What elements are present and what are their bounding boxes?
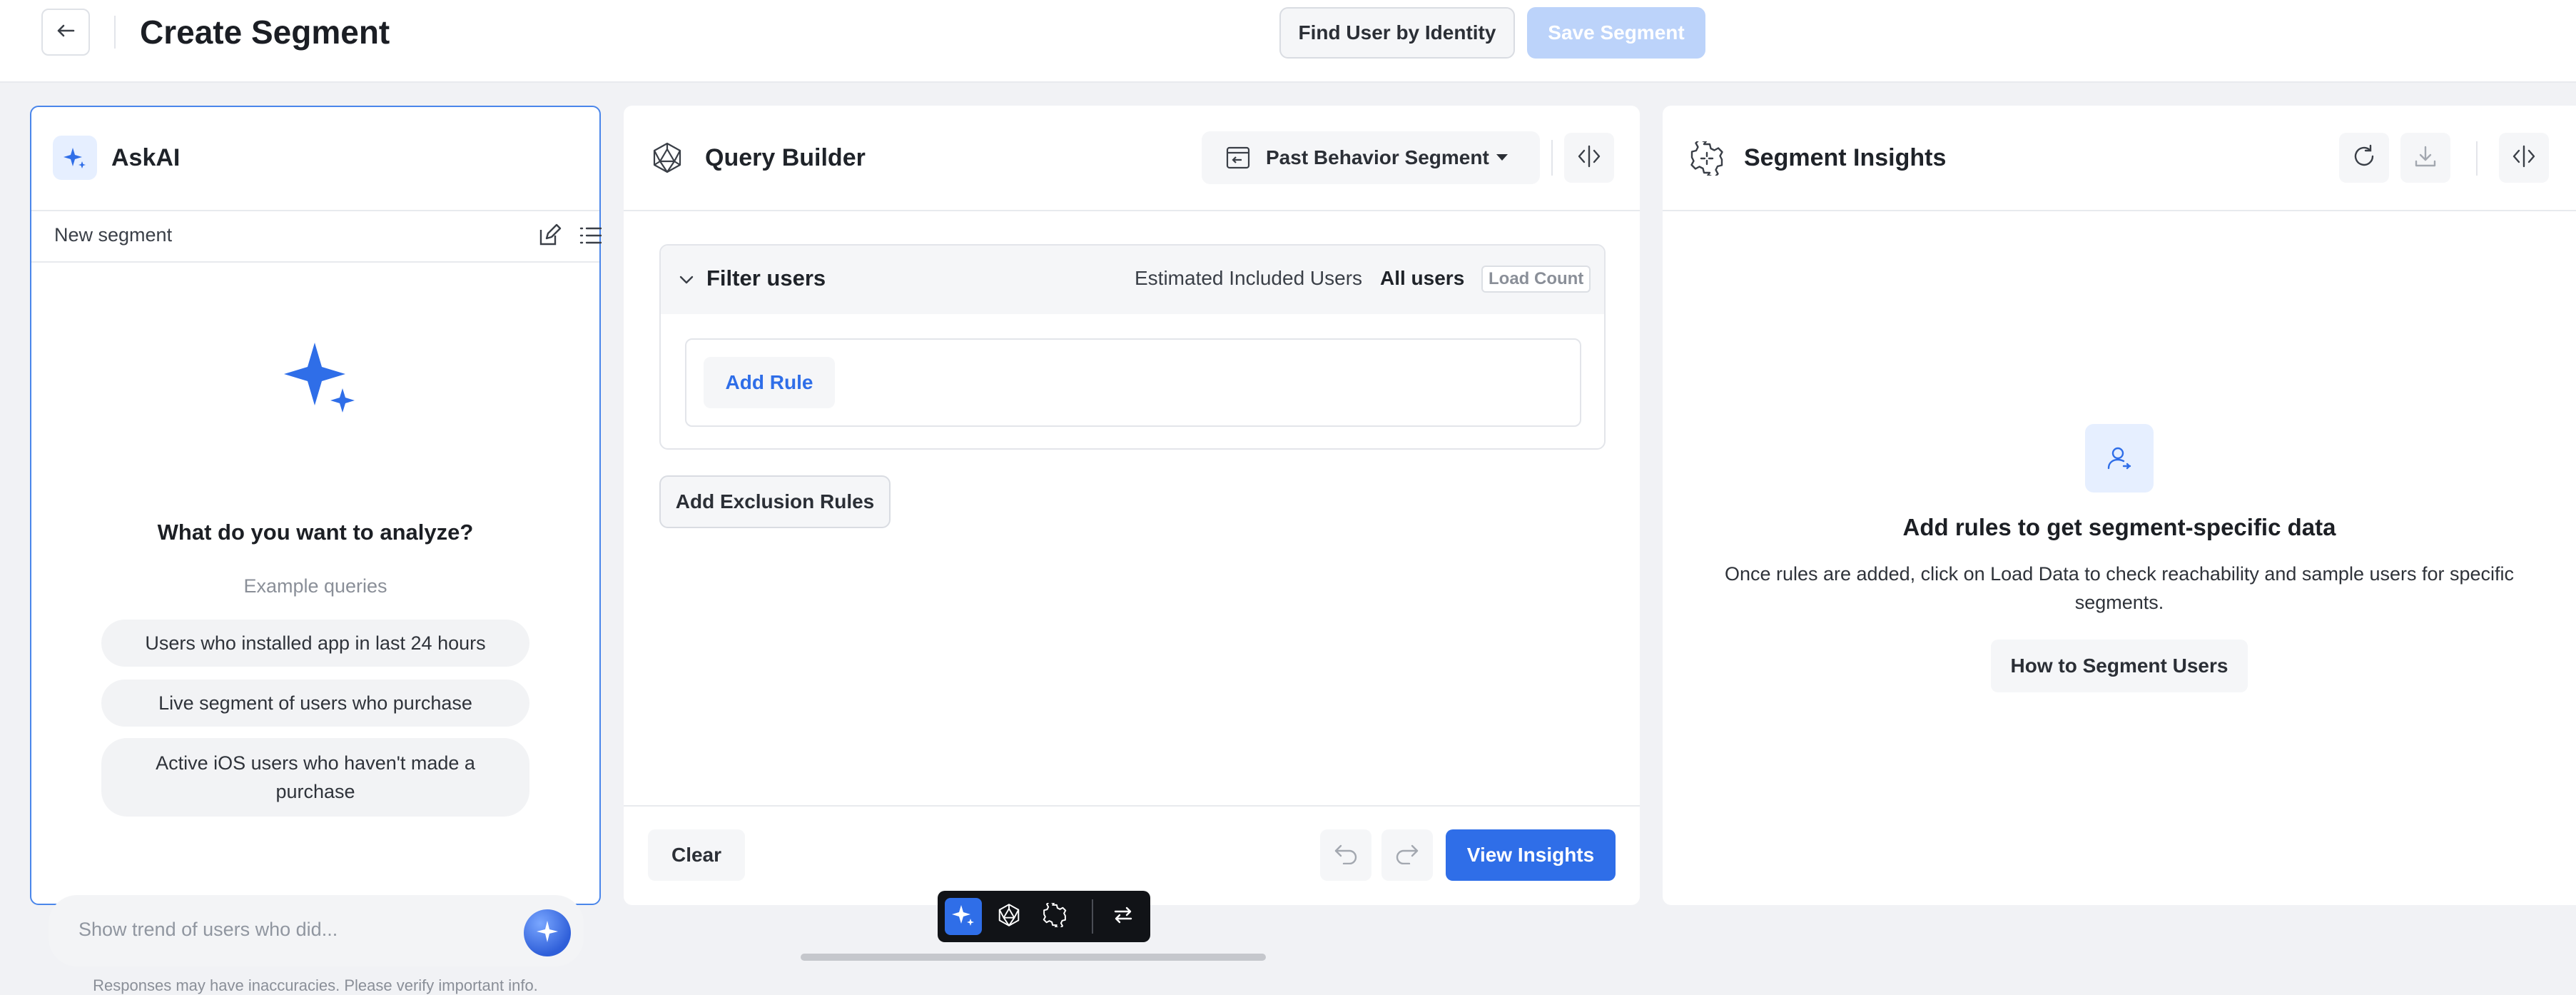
undo-icon — [1334, 843, 1358, 868]
undo-button[interactable] — [1320, 829, 1371, 881]
filter-users-title: Filter users — [706, 266, 826, 291]
session-bar: New segment — [31, 210, 602, 263]
header-divider — [1551, 140, 1553, 176]
sparkle-send-icon — [535, 919, 559, 947]
redo-button[interactable] — [1381, 829, 1433, 881]
top-header: Create Segment Find User by Identity Sav… — [0, 0, 2576, 83]
polyhedron-icon — [649, 140, 685, 176]
dock-swap-button[interactable] — [1105, 898, 1142, 935]
user-icon — [2085, 424, 2154, 493]
edit-icon[interactable] — [537, 223, 562, 248]
panel-toggle-dock — [938, 891, 1150, 942]
swap-icon — [1111, 903, 1135, 931]
estimated-users-value: All users — [1380, 267, 1465, 289]
how-to-segment-button[interactable]: How to Segment Users — [1991, 640, 2248, 692]
sparkle-hero-icon — [283, 337, 368, 423]
code-collapse-icon — [1576, 143, 1602, 173]
refresh-button[interactable] — [2339, 133, 2389, 183]
dock-query-builder-button[interactable] — [990, 898, 1028, 935]
sparkle-icon — [952, 904, 975, 930]
query-builder-title: Query Builder — [705, 144, 866, 171]
download-icon — [2413, 144, 2438, 172]
segment-insights-header: Segment Insights — [1663, 106, 2576, 211]
segment-type-dropdown[interactable]: Past Behavior Segment — [1202, 131, 1540, 184]
example-queries-label: Example queries — [243, 575, 387, 597]
segment-insights-panel: Segment Insights Add rules to get segmen… — [1663, 106, 2576, 905]
header-divider — [2476, 141, 2478, 176]
view-insights-button[interactable]: View Insights — [1446, 829, 1616, 881]
back-button[interactable] — [41, 9, 90, 56]
sparkle-icon — [53, 136, 97, 180]
estimated-users-label: Estimated Included Users — [1135, 267, 1363, 289]
filter-users-card: Filter users Estimated Included Users Al… — [659, 244, 1606, 450]
refresh-icon — [2352, 144, 2376, 172]
dock-askai-button[interactable] — [945, 898, 982, 935]
empty-state-description: Once rules are added, click on Load Data… — [1724, 563, 2515, 613]
segment-insights-title: Segment Insights — [1744, 144, 1947, 171]
gear-icon — [1688, 140, 1725, 177]
list-icon[interactable] — [578, 223, 604, 248]
find-user-button[interactable]: Find User by Identity — [1279, 7, 1515, 59]
dock-insights-button[interactable] — [1036, 898, 1073, 935]
example-query-chip[interactable]: Active iOS users who haven't made a purc… — [101, 738, 529, 817]
disclaimer-text: Responses may have inaccuracies. Please … — [93, 976, 538, 994]
segment-type-label: Past Behavior Segment — [1266, 146, 1489, 168]
dock-divider — [1092, 899, 1093, 934]
send-button[interactable] — [524, 909, 571, 956]
example-query-chip[interactable]: Live segment of users who purchase — [101, 680, 529, 727]
query-builder-panel: Query Builder Past Behavior Segment Filt… — [624, 106, 1640, 905]
header-divider — [114, 16, 116, 49]
code-collapse-icon — [2511, 143, 2537, 173]
session-label: New segment — [54, 224, 173, 246]
example-query-chip[interactable]: Users who installed app in last 24 hours — [101, 620, 529, 667]
download-button[interactable] — [2400, 133, 2450, 183]
redo-icon — [1395, 843, 1419, 868]
page-title: Create Segment — [140, 14, 390, 51]
empty-state-title: Add rules to get segment-specific data — [1902, 514, 2336, 540]
filter-users-header[interactable]: Filter users Estimated Included Users Al… — [661, 246, 1604, 314]
askai-header: AskAI — [31, 107, 599, 211]
collapse-panel-button[interactable] — [1564, 133, 1614, 183]
askai-title: AskAI — [111, 144, 181, 171]
save-segment-button[interactable]: Save Segment — [1527, 7, 1705, 59]
chevron-down-icon[interactable] — [678, 271, 695, 288]
collapse-panel-button[interactable] — [2499, 133, 2549, 183]
load-count-button[interactable]: Load Count — [1481, 266, 1591, 293]
rule-area: Add Rule — [685, 338, 1581, 427]
add-rule-button[interactable]: Add Rule — [704, 357, 835, 408]
arrow-left-icon — [56, 24, 75, 41]
askai-panel: AskAI New segment What do you want to an… — [30, 106, 602, 994]
polyhedron-icon — [997, 903, 1021, 931]
horizontal-scrollbar[interactable] — [801, 954, 1266, 961]
askai-headline: What do you want to analyze? — [157, 520, 474, 545]
segment-history-icon — [1226, 146, 1250, 173]
add-exclusion-rules-button[interactable]: Add Exclusion Rules — [659, 475, 891, 528]
clear-button[interactable]: Clear — [648, 829, 745, 881]
query-builder-header: Query Builder Past Behavior Segment — [624, 106, 1640, 211]
caret-down-icon — [1496, 153, 1508, 166]
askai-input-placeholder: Show trend of users who did... — [78, 919, 338, 940]
gear-icon — [1043, 900, 1067, 931]
